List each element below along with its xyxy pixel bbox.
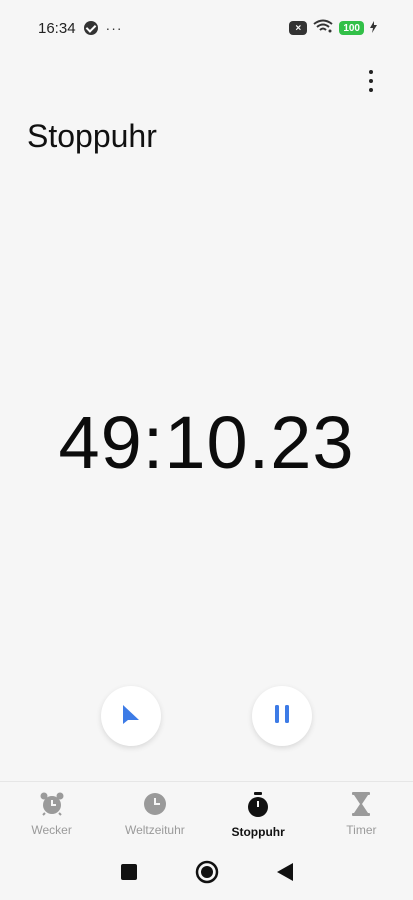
wifi-icon: [313, 19, 333, 38]
tab-weltzeituhr[interactable]: Weltzeituhr: [103, 782, 206, 843]
status-time: 16:34: [38, 19, 76, 37]
status-left: 16:34 ···: [38, 20, 123, 37]
tab-stoppuhr[interactable]: Stoppuhr: [207, 782, 310, 843]
verified-icon: [83, 21, 98, 35]
battery-indicator: 100: [339, 21, 364, 35]
pause-icon: [272, 703, 292, 730]
tab-timer-label: Timer: [346, 823, 377, 837]
back-button[interactable]: [276, 862, 293, 886]
more-options-icon: [369, 70, 373, 74]
bottom-navigation: Wecker Weltzeituhr Stoppuhr Timer: [0, 781, 413, 843]
recents-button[interactable]: [120, 863, 137, 885]
hourglass-icon: [351, 792, 371, 819]
tab-wecker[interactable]: Wecker: [0, 782, 103, 843]
stopwatch-time: 49:10.23: [58, 401, 355, 484]
status-bar: 16:34 ··· × 100: [0, 0, 413, 56]
home-button[interactable]: [195, 860, 219, 889]
lap-button[interactable]: [101, 686, 161, 746]
pause-button[interactable]: [252, 686, 312, 746]
flag-icon: [120, 702, 142, 731]
stopwatch-icon: [246, 792, 270, 821]
system-navigation-bar: [0, 852, 413, 896]
tab-weltzeituhr-label: Weltzeituhr: [124, 823, 185, 837]
status-right: × 100: [289, 19, 377, 38]
status-overflow: ···: [105, 20, 123, 36]
clock-icon: [143, 792, 167, 819]
charging-icon: [370, 20, 377, 36]
alarm-clock-icon: [39, 792, 65, 819]
tab-stoppuhr-label: Stoppuhr: [231, 825, 285, 839]
page-title: Stoppuhr: [27, 118, 157, 154]
tab-wecker-label: Wecker: [31, 823, 72, 837]
tab-timer[interactable]: Timer: [310, 782, 413, 843]
more-options-button[interactable]: [356, 66, 386, 96]
no-sim-icon: ×: [289, 21, 308, 35]
